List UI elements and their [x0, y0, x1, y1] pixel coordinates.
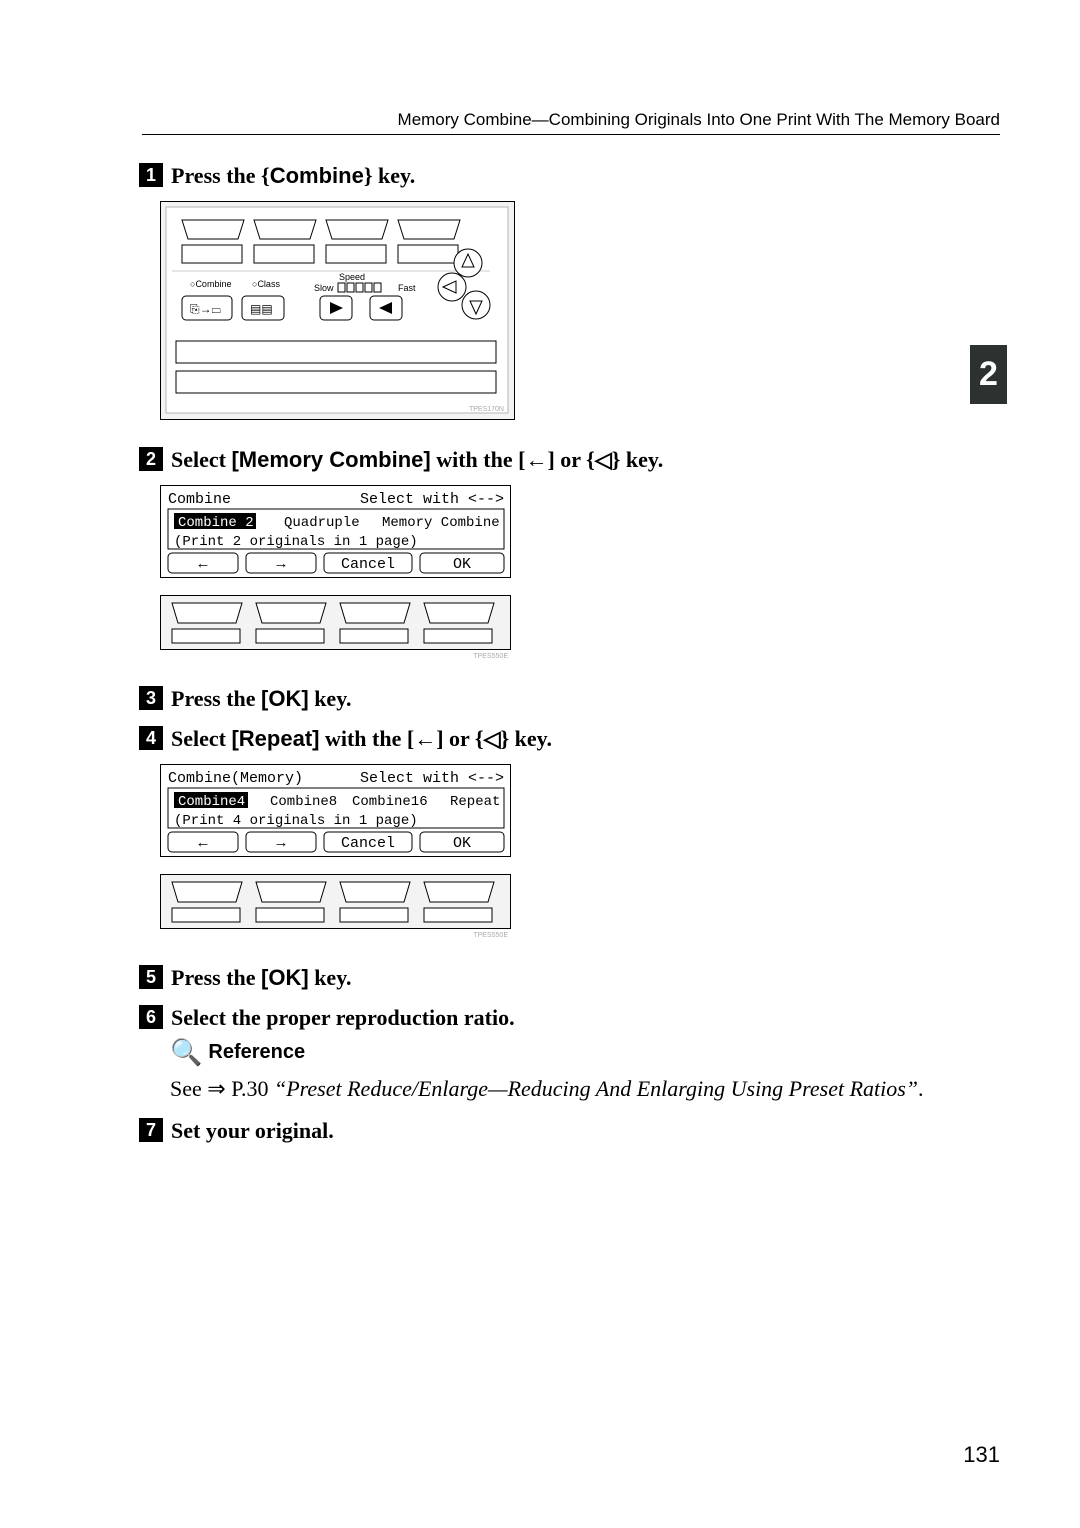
step-number-icon: 5	[139, 965, 163, 989]
step-7: 7 Set your original.	[139, 1118, 1000, 1144]
step-text: ] or	[436, 726, 475, 751]
step-number-icon: 2	[139, 447, 163, 471]
svg-text:○Class: ○Class	[252, 279, 280, 289]
svg-text:TPES550E: TPES550E	[473, 932, 508, 939]
step-number-icon: 1	[139, 163, 163, 187]
svg-text:Repeat: Repeat	[450, 794, 500, 810]
step-2: 2 Select [Memory Combine] with the [←] o…	[139, 447, 1000, 473]
step-1: 1 Press the {Combine} key.	[139, 163, 1000, 189]
svg-text:Combine 2: Combine 2	[178, 515, 254, 531]
svg-text:OK: OK	[453, 556, 471, 573]
svg-text:Select with <-->: Select with <-->	[360, 491, 504, 508]
magnifier-icon: 🔍	[170, 1037, 202, 1068]
step-text: Select	[171, 447, 231, 472]
svg-text:→: →	[276, 835, 285, 852]
step-5: 5 Press the [OK] key.	[139, 965, 1000, 991]
svg-text:Combine: Combine	[168, 491, 231, 508]
step-text: key.	[620, 447, 663, 472]
keycap-ok: [OK]	[261, 965, 309, 990]
step-text: key.	[509, 726, 552, 751]
step-text: Select	[171, 726, 231, 751]
left-arrow-icon: ←	[414, 726, 436, 751]
step-6: 6 Select the proper reproduction ratio.	[139, 1005, 1000, 1031]
svg-text:←: ←	[198, 556, 207, 573]
page-header: Memory Combine—Combining Originals Into …	[142, 110, 1000, 135]
svg-text:Memory Combine: Memory Combine	[382, 515, 500, 531]
triangle-left-icon: ◁	[595, 447, 612, 472]
svg-text:→: →	[276, 556, 285, 573]
svg-text:←: ←	[198, 835, 207, 852]
step-number-icon: 4	[139, 726, 163, 750]
page-number: 131	[963, 1442, 1000, 1468]
page-body: Memory Combine—Combining Originals Into …	[0, 0, 1080, 1210]
step-text: with the [	[431, 447, 526, 472]
reference-label: Reference	[208, 1041, 305, 1064]
step-text: ] or	[547, 447, 586, 472]
svg-text:Fast: Fast	[398, 283, 416, 293]
svg-text:Cancel: Cancel	[341, 835, 395, 852]
svg-text:(Print 2 originals in 1 page): (Print 2 originals in 1 page)	[174, 534, 418, 550]
svg-text:TPES170N: TPES170N	[469, 406, 504, 413]
svg-text:OK: OK	[453, 835, 471, 852]
left-arrow-icon: ←	[525, 447, 547, 472]
svg-text:Combine8: Combine8	[270, 794, 337, 810]
svg-text:Combine16: Combine16	[352, 794, 428, 810]
step-text: Set your original.	[171, 1118, 334, 1144]
svg-text:Slow: Slow	[314, 283, 334, 293]
svg-text:⎘→▭: ⎘→▭	[190, 302, 221, 316]
svg-text:Cancel: Cancel	[341, 556, 395, 573]
figure-device-panel: ○Combine ○Class Speed Slow Fast ⎘→▭ ▤▤	[160, 201, 1000, 421]
svg-text:○Combine: ○Combine	[190, 279, 231, 289]
chapter-tab: 2	[970, 345, 1007, 404]
triangle-left-icon: ◁	[484, 726, 501, 751]
step-number-icon: 6	[139, 1005, 163, 1029]
keycap-combine: Combine	[270, 163, 364, 188]
reference-body: See ⇒ P.30 “Preset Reduce/Enlarge—Reduci…	[170, 1074, 1000, 1104]
keycap-ok: [OK]	[261, 686, 309, 711]
step-text: Press the	[171, 965, 261, 990]
step-3: 3 Press the [OK] key.	[139, 686, 1000, 712]
svg-text:Combine(Memory): Combine(Memory)	[168, 770, 303, 787]
step-text: key.	[373, 163, 416, 188]
svg-text:Combine4: Combine4	[178, 794, 245, 810]
step-text: Select the proper reproduction ratio.	[171, 1005, 515, 1031]
step-text: Press the	[171, 686, 261, 711]
menu-memory-combine: [Memory Combine]	[231, 447, 430, 472]
svg-text:(Print 4 originals in 1 page): (Print 4 originals in 1 page)	[174, 813, 418, 829]
svg-text:TPES550E: TPES550E	[473, 653, 508, 660]
figure-lcd-combine: Combine Select with <--> Combine 2 Quadr…	[160, 485, 1000, 660]
svg-text:Speed: Speed	[339, 272, 365, 282]
reference-heading: 🔍 Reference	[170, 1037, 1000, 1068]
step-4: 4 Select [Repeat] with the [←] or {◁} ke…	[139, 726, 1000, 752]
figure-lcd-combine-memory: Combine(Memory) Select with <--> Combine…	[160, 764, 1000, 939]
svg-text:Select with <-->: Select with <-->	[360, 770, 504, 787]
step-text: Press the	[171, 163, 261, 188]
step-text: with the [	[319, 726, 414, 751]
svg-text:Quadruple: Quadruple	[284, 515, 360, 531]
step-text: key.	[309, 965, 352, 990]
svg-text:▤▤: ▤▤	[250, 302, 273, 316]
step-number-icon: 7	[139, 1118, 163, 1142]
menu-repeat: [Repeat]	[231, 726, 319, 751]
step-text: key.	[309, 686, 352, 711]
step-number-icon: 3	[139, 686, 163, 710]
